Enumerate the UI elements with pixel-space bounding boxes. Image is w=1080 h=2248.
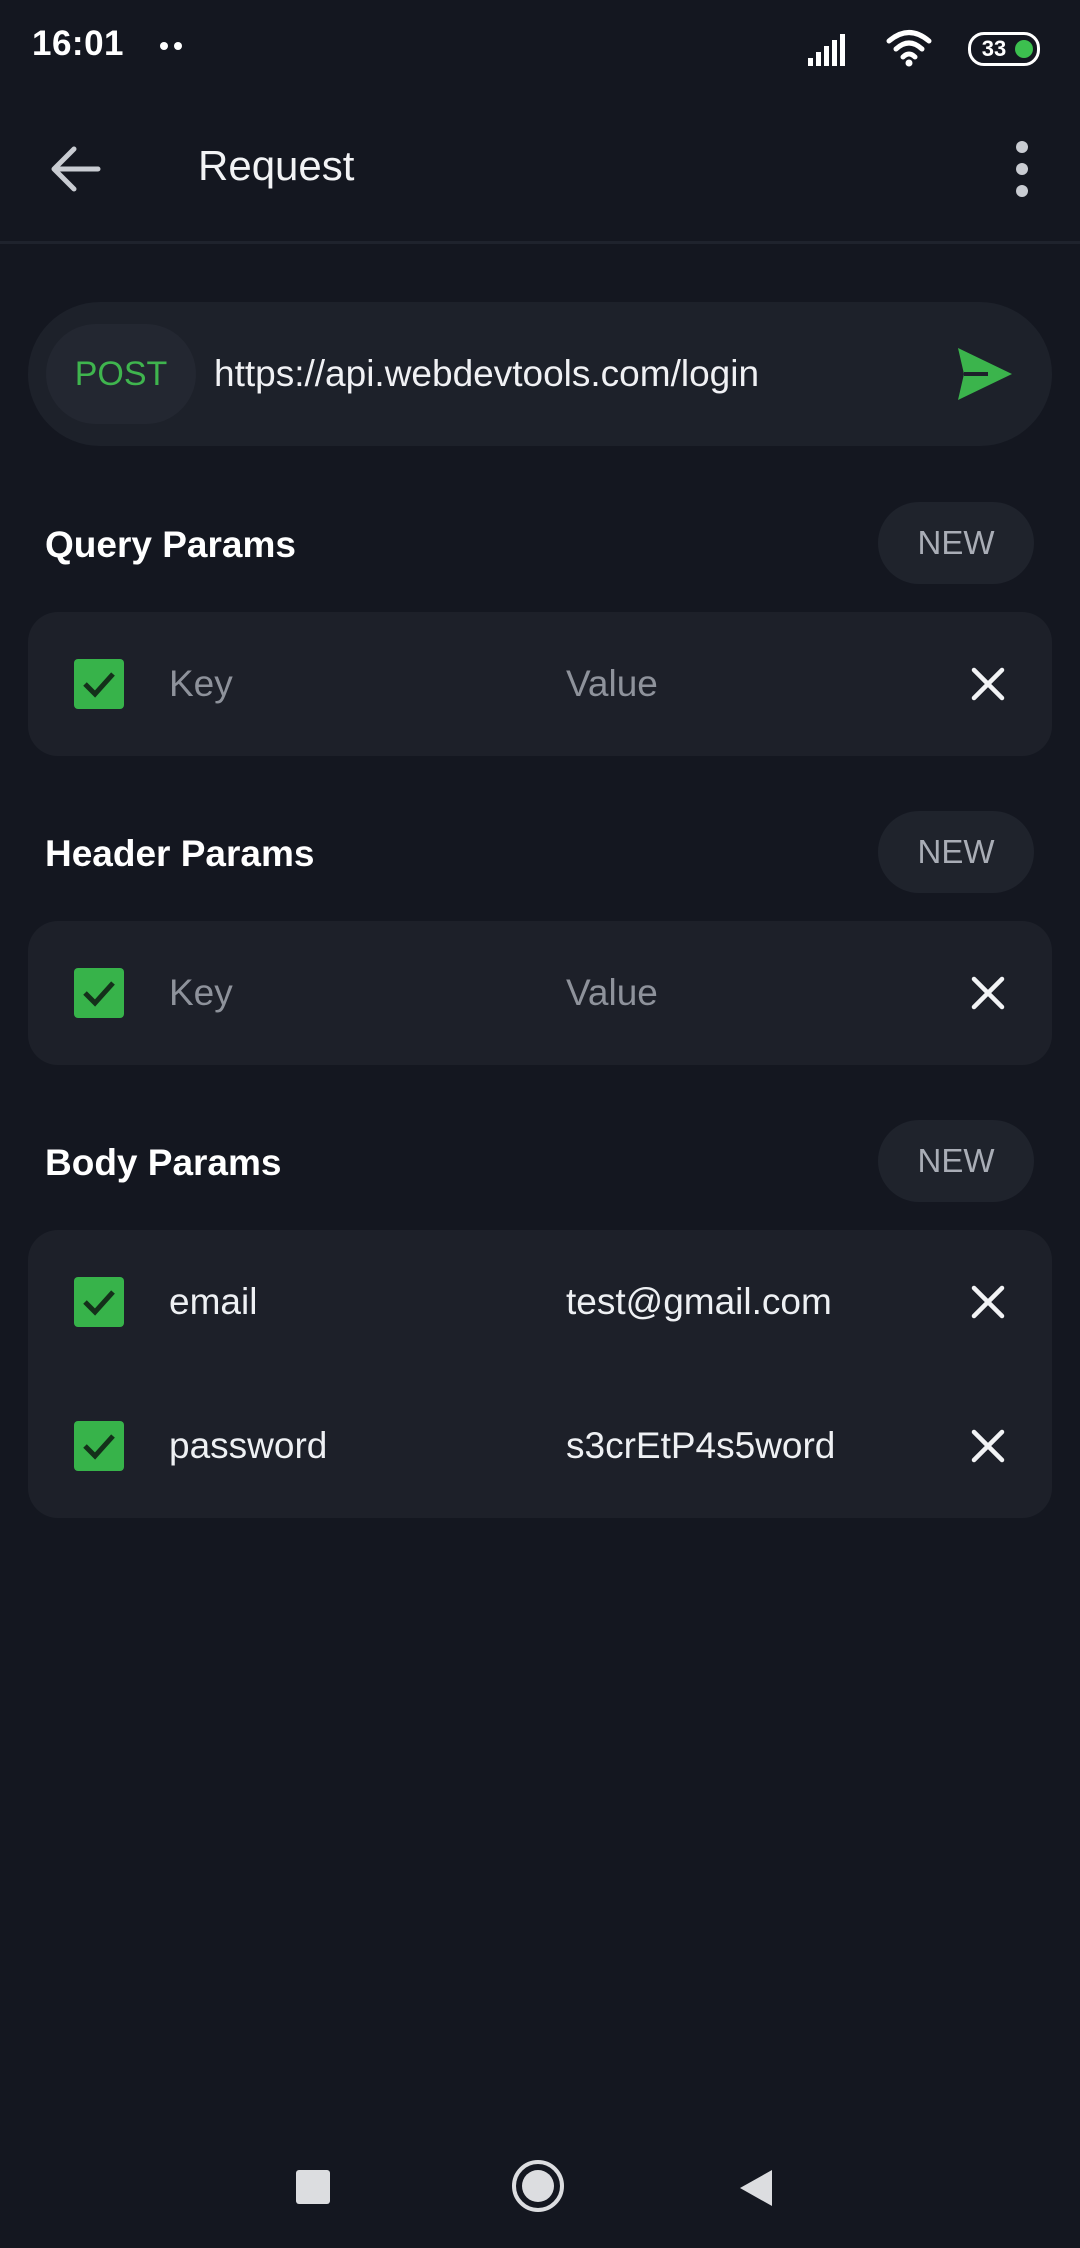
- close-icon: [971, 1429, 1005, 1463]
- query-params-header: Query Params NEW: [0, 502, 1080, 586]
- delete-param-button[interactable]: [960, 1418, 1016, 1474]
- param-row: email test@gmail.com: [28, 1230, 1052, 1374]
- param-checkbox[interactable]: [74, 968, 124, 1018]
- key-input[interactable]: Key: [169, 654, 529, 714]
- section-title: Header Params: [45, 833, 315, 874]
- new-header-param-button[interactable]: NEW: [878, 811, 1034, 893]
- check-icon: [83, 1290, 115, 1316]
- value-input[interactable]: Value: [566, 654, 926, 714]
- more-options-button[interactable]: [992, 132, 1052, 206]
- header-params-header: Header Params NEW: [0, 811, 1080, 895]
- body-params-list: email test@gmail.com password s3crEtP4s5…: [28, 1230, 1052, 1518]
- method-selector[interactable]: POST: [46, 324, 196, 424]
- value-input[interactable]: s3crEtP4s5word: [566, 1416, 926, 1476]
- arrow-left-icon: [51, 146, 101, 192]
- param-checkbox[interactable]: [74, 1421, 124, 1471]
- more-vertical-icon: [1016, 141, 1028, 197]
- query-params-list: Key Value: [28, 612, 1052, 756]
- close-icon: [971, 976, 1005, 1010]
- check-icon: [83, 1434, 115, 1460]
- param-row: password s3crEtP4s5word: [28, 1374, 1052, 1518]
- app-bar: Request: [0, 96, 1080, 244]
- recents-button[interactable]: [296, 2170, 330, 2204]
- status-icons: 33: [790, 26, 1040, 70]
- new-body-param-button[interactable]: NEW: [878, 1120, 1034, 1202]
- delete-param-button[interactable]: [960, 656, 1016, 712]
- value-input[interactable]: Value: [566, 963, 926, 1023]
- home-icon: [522, 2170, 554, 2202]
- send-icon: [958, 348, 1012, 400]
- delete-param-button[interactable]: [960, 1274, 1016, 1330]
- key-input[interactable]: password: [169, 1416, 529, 1476]
- close-icon: [971, 1285, 1005, 1319]
- screen: 16:01 33 Request POST https://api.webdev…: [0, 0, 1080, 2248]
- param-checkbox[interactable]: [74, 659, 124, 709]
- system-nav-bar: [0, 2130, 1080, 2248]
- param-checkbox[interactable]: [74, 1277, 124, 1327]
- signal-icon: [808, 34, 845, 66]
- status-bar: 16:01 33: [0, 0, 1080, 96]
- key-input[interactable]: email: [169, 1272, 529, 1332]
- wifi-icon: [886, 30, 932, 67]
- section-title: Body Params: [45, 1142, 282, 1183]
- send-button[interactable]: [952, 342, 1016, 406]
- url-bar: POST: [28, 302, 1052, 446]
- nav-back-button[interactable]: [738, 2168, 774, 2208]
- value-input[interactable]: test@gmail.com: [566, 1272, 926, 1332]
- close-icon: [971, 667, 1005, 701]
- body-params-header: Body Params NEW: [0, 1120, 1080, 1204]
- header-params-list: Key Value: [28, 921, 1052, 1065]
- battery-level: 33: [981, 36, 1007, 61]
- home-button[interactable]: [512, 2160, 564, 2212]
- key-input[interactable]: Key: [169, 963, 529, 1023]
- status-time: 16:01: [32, 24, 125, 63]
- page-title: Request: [198, 142, 355, 189]
- section-title: Query Params: [45, 524, 296, 565]
- back-button[interactable]: [38, 132, 112, 206]
- new-query-param-button[interactable]: NEW: [878, 502, 1034, 584]
- param-row: Key Value: [28, 921, 1052, 1065]
- url-input[interactable]: [214, 324, 934, 424]
- delete-param-button[interactable]: [960, 965, 1016, 1021]
- check-icon: [83, 981, 115, 1007]
- check-icon: [83, 672, 115, 698]
- battery-icon: 33: [968, 32, 1040, 66]
- notification-dots-icon: [160, 42, 184, 50]
- param-row: Key Value: [28, 612, 1052, 756]
